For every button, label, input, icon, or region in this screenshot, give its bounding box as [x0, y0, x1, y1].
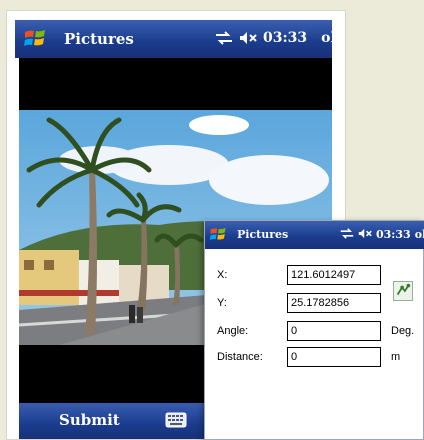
angle-field[interactable]: 0 — [287, 321, 381, 341]
volume-muted-icon[interactable] — [239, 31, 257, 45]
windows-start-icon[interactable] — [209, 225, 227, 243]
volume-muted-icon[interactable] — [358, 228, 372, 239]
back-title-bar: Pictures 03:33 ok — [15, 20, 340, 58]
x-field[interactable]: 121.6012497 — [287, 265, 381, 285]
clock[interactable]: 03:33 — [263, 30, 307, 46]
clock[interactable]: 03:33 — [376, 228, 411, 241]
app-title: Pictures — [237, 228, 289, 241]
windows-start-icon[interactable] — [23, 26, 47, 50]
connectivity-icon[interactable] — [340, 228, 354, 239]
keyboard-icon[interactable] — [165, 412, 187, 428]
status-area: 03:33 ok — [215, 30, 340, 46]
distance-field[interactable]: 0 — [287, 347, 381, 367]
ok-button[interactable]: ok — [415, 228, 424, 241]
distance-unit: m — [391, 351, 401, 363]
distance-label: Distance: — [217, 351, 263, 363]
x-label: X: — [217, 269, 228, 281]
front-device-screen: Pictures 03:33 ok X: 121.6012497 Y: 25.1… — [204, 220, 424, 440]
angle-label: Angle: — [217, 325, 249, 337]
status-area: 03:33 ok — [340, 228, 424, 241]
app-title: Pictures — [64, 30, 134, 48]
angle-unit: Deg. — [391, 325, 415, 337]
ok-button[interactable]: ok — [321, 30, 340, 46]
connectivity-icon[interactable] — [215, 31, 233, 45]
y-label: Y: — [217, 297, 227, 309]
submit-button[interactable]: Submit — [59, 411, 120, 429]
y-field[interactable]: 25.1782856 — [287, 293, 381, 313]
gps-locate-icon[interactable] — [393, 281, 413, 301]
front-title-bar: Pictures 03:33 ok — [205, 221, 424, 249]
